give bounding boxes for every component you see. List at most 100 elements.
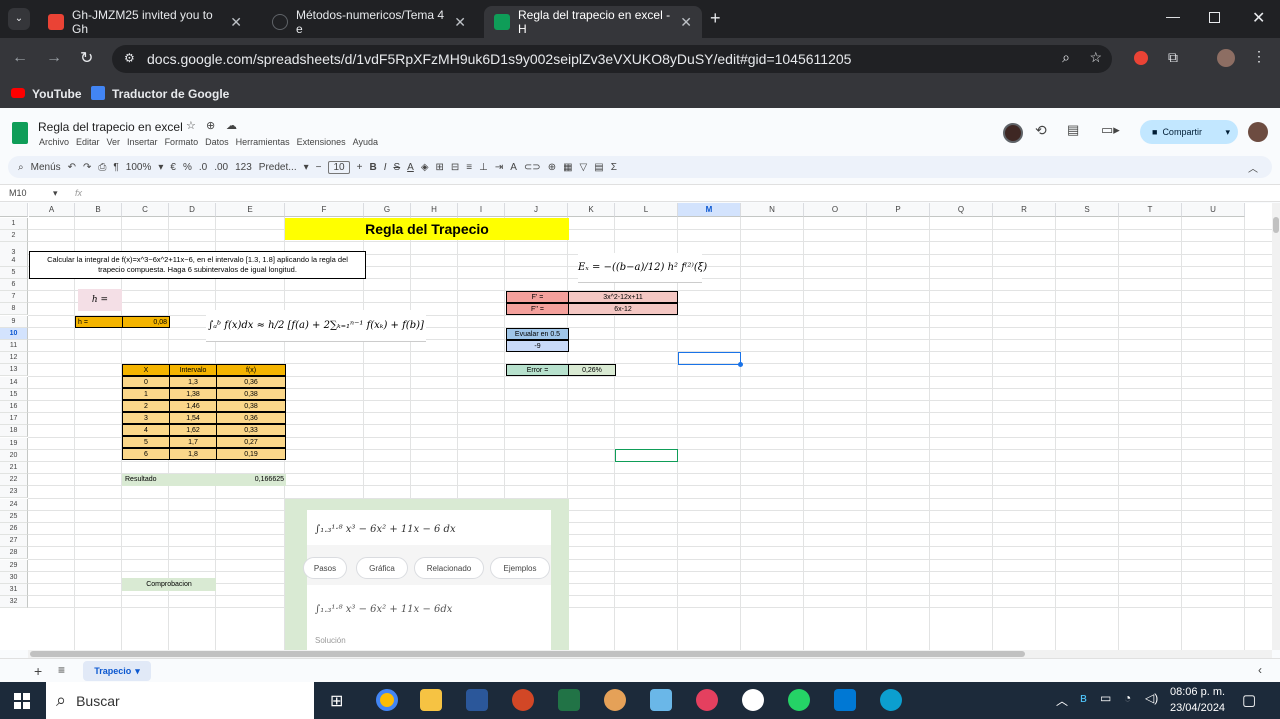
snipping-tool-icon[interactable] [696, 689, 718, 711]
relacionado-button[interactable]: Relacionado [414, 557, 484, 579]
menu-extensiones[interactable]: Extensiones [297, 137, 346, 147]
maximize-icon[interactable] [1209, 12, 1220, 23]
table-cell[interactable]: 0,33 [216, 424, 286, 436]
collaborator-avatar[interactable] [1003, 123, 1023, 143]
embedded-calculator-image[interactable]: ∫₁.₃¹·⁸ x³ − 6x² + 11x − 6 dx Pasos Gráf… [285, 499, 569, 650]
chevron-down-icon[interactable]: ▾ [135, 666, 140, 677]
row-header-25[interactable]: 25 [0, 510, 28, 523]
bold-icon[interactable]: B [369, 162, 376, 173]
row-header-4[interactable]: 4 [0, 254, 28, 267]
row-header-6[interactable]: 6 [0, 279, 28, 291]
comments-icon[interactable]: ▤ [1067, 122, 1079, 138]
chart-icon[interactable]: ▦ [563, 162, 572, 173]
taskbar-search-box[interactable]: ⌕ Buscar [46, 682, 314, 719]
table-cell[interactable]: 0,19 [216, 448, 286, 460]
menu-ayuda[interactable]: Ayuda [353, 137, 378, 147]
clock-date[interactable]: 23/04/2024 [1170, 702, 1225, 714]
table-cell[interactable]: 3 [122, 412, 170, 424]
notifications-icon[interactable]: ▢ [1242, 691, 1256, 709]
browser-tab-github[interactable]: Métodos-numericos/Tema 4 e ✕ [262, 6, 476, 38]
column-header-l[interactable]: L [615, 203, 678, 217]
move-icon[interactable]: ⊕ [206, 119, 215, 132]
back-icon[interactable]: ← [12, 49, 28, 67]
table-cell[interactable]: 5 [122, 436, 170, 448]
error-formula-image[interactable]: Eₓ = −((b−a)/12) h² f⁽²⁾(ξ) [578, 253, 707, 283]
filter-icon[interactable]: ▽ [580, 162, 588, 173]
strikethrough-icon[interactable]: S [393, 162, 400, 173]
windows-start-icon[interactable] [14, 693, 30, 709]
table-cell[interactable]: 1,8 [169, 448, 217, 460]
row-header-9[interactable]: 9 [0, 315, 28, 328]
clock-time[interactable]: 08:06 p. m. [1170, 686, 1225, 698]
table-cell[interactable]: 2 [122, 400, 170, 412]
spreadsheet-grid[interactable]: ABCDEFGHIJKLMNOPQRSTU 1 2 3 4 5 6 7 8 9 10 11 12 13 1… [0, 203, 1272, 650]
resultado-label-cell[interactable]: Resultado [122, 474, 216, 486]
deriv2-value-cell[interactable]: 6x-12 [568, 303, 678, 315]
row-header-2[interactable]: 2 [0, 230, 28, 243]
word-icon[interactable] [466, 689, 488, 711]
horizontal-scrollbar-thumb[interactable] [30, 651, 1025, 657]
share-button[interactable]: ■ Compartir ▾ [1140, 120, 1238, 144]
functions-icon[interactable]: Σ [611, 162, 617, 173]
selected-cell-m10[interactable] [678, 352, 741, 365]
window-close-icon[interactable]: ✕ [1252, 8, 1265, 28]
column-header-p[interactable]: P [867, 203, 930, 217]
row-header-16[interactable]: 16 [0, 401, 28, 413]
kebab-menu-icon[interactable]: ⋮ [1252, 48, 1266, 65]
row-header-20[interactable]: 20 [0, 449, 28, 462]
merge-icon[interactable]: ⊟ [451, 162, 459, 173]
font-size-input[interactable]: 10 [328, 160, 350, 174]
star-icon[interactable]: ☆ [186, 119, 196, 132]
app-icon[interactable] [742, 689, 764, 711]
table-header-cell[interactable]: f(x) [216, 364, 286, 376]
print-icon[interactable]: ⎙ [98, 162, 106, 173]
row-header-19[interactable]: 19 [0, 437, 28, 450]
column-header-d[interactable]: D [169, 203, 216, 217]
h-label-cell[interactable]: h = [75, 316, 123, 328]
chevron-down-icon[interactable]: ▾ [53, 188, 58, 199]
column-header-q[interactable]: Q [930, 203, 993, 217]
chevron-down-icon[interactable]: ▾ [1225, 127, 1230, 138]
volume-icon[interactable]: ◁) [1145, 691, 1158, 705]
sheet-title-cell[interactable]: Regla del Trapecio [285, 218, 569, 240]
tray-chevron-icon[interactable]: ︿ [1056, 692, 1068, 709]
notepad-icon[interactable] [650, 689, 672, 711]
align-icon[interactable]: ≡ [466, 162, 472, 173]
filter-views-icon[interactable]: ▤ [594, 162, 603, 173]
powerpoint-icon[interactable] [512, 689, 534, 711]
table-cell[interactable]: 1 [122, 388, 170, 400]
table-cell[interactable]: 1,38 [169, 388, 217, 400]
file-explorer-icon[interactable] [420, 689, 442, 711]
puzzle-icon[interactable]: ⧉ [1168, 49, 1178, 66]
paint-format-icon[interactable]: ¶ [113, 162, 118, 173]
table-cell[interactable]: 4 [122, 424, 170, 436]
eval-label-cell[interactable]: Evualar en 0.5 [506, 328, 569, 340]
table-cell[interactable]: 0 [122, 376, 170, 388]
menu-ver[interactable]: Ver [107, 137, 121, 147]
increase-decimal-button[interactable]: .00 [214, 162, 228, 173]
horizontal-scrollbar[interactable] [28, 650, 1272, 658]
deriv2-label-cell[interactable]: F'' = [506, 303, 569, 315]
row-header-18[interactable]: 18 [0, 425, 28, 438]
site-info-icon[interactable]: ⚙ [124, 51, 135, 65]
all-sheets-icon[interactable]: ≡ [58, 663, 65, 677]
table-cell[interactable]: 0,38 [216, 388, 286, 400]
column-header-a[interactable]: A [29, 203, 75, 217]
eval-value-cell[interactable]: -9 [506, 340, 569, 352]
column-header-i[interactable]: I [458, 203, 505, 217]
number-format-button[interactable]: 123 [235, 162, 252, 173]
row-header-13[interactable]: 13 [0, 364, 28, 377]
deriv1-value-cell[interactable]: 3x^2-12x+11 [568, 291, 678, 303]
row-header-1[interactable]: 1 [0, 218, 28, 230]
new-tab-icon[interactable]: + [710, 8, 721, 29]
h-value-cell[interactable]: 0,08 [122, 316, 170, 328]
select-all-corner[interactable] [0, 203, 28, 217]
row-header-22[interactable]: 22 [0, 474, 28, 487]
column-header-k[interactable]: K [568, 203, 615, 217]
table-cell[interactable]: 0,36 [216, 412, 286, 424]
close-icon[interactable]: ✕ [454, 14, 466, 31]
tab-search-icon[interactable]: ⌄ [8, 8, 30, 30]
table-cell[interactable]: 0,36 [216, 376, 286, 388]
row-header-23[interactable]: 23 [0, 486, 28, 499]
menu-insertar[interactable]: Insertar [127, 137, 158, 147]
